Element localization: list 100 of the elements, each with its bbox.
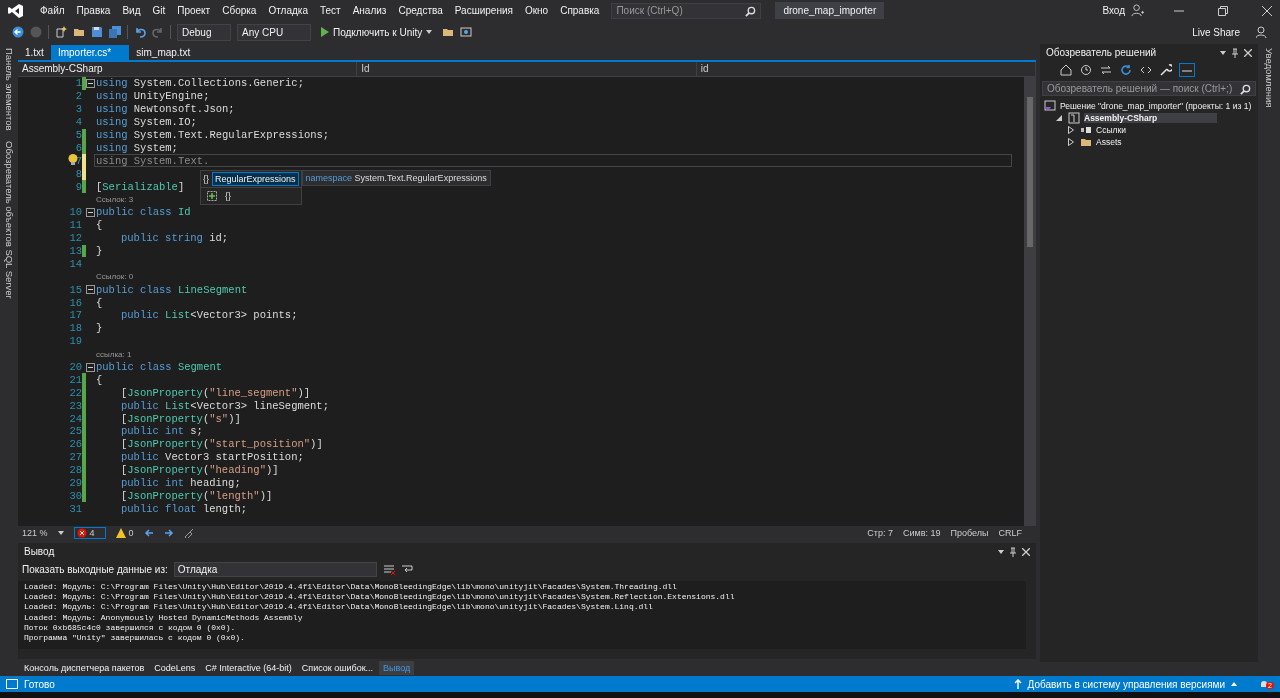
navigation-dropdown[interactable]: id xyxy=(696,62,1036,76)
screenshot-icon[interactable] xyxy=(460,26,473,38)
caret-icon[interactable] xyxy=(1231,682,1238,686)
panel-tab[interactable]: CodeLens xyxy=(150,660,200,675)
tree-item[interactable]: Решение "drone_map_importer" (проекты: 1 из 1) xyxy=(1060,101,1252,111)
scrollbar[interactable] xyxy=(1024,77,1036,526)
tree-item[interactable]: Assets xyxy=(1096,137,1122,147)
panel-tab[interactable]: Консоль диспетчера пакетов xyxy=(20,660,149,675)
expand-icon[interactable] xyxy=(207,191,217,201)
menu-item[interactable]: Отладка xyxy=(262,5,314,16)
line-endings[interactable]: CRLF xyxy=(998,528,1022,538)
code-line: using Newtonsoft.Json; xyxy=(96,103,235,116)
save-all-icon[interactable] xyxy=(109,26,121,38)
error-count[interactable]: 4 xyxy=(73,527,106,539)
completion-item[interactable]: RegularExpressions xyxy=(212,172,299,186)
file-tab[interactable]: 1.txt xyxy=(18,45,51,60)
clear-icon[interactable] xyxy=(382,563,395,576)
menu-item[interactable]: Вид xyxy=(116,5,147,16)
user-icon[interactable] xyxy=(1131,4,1144,17)
lightbulb-icon[interactable] xyxy=(68,154,78,167)
indent-mode[interactable]: Пробелы xyxy=(950,528,989,538)
caret-icon xyxy=(426,30,433,34)
source-control-button[interactable]: Добавить в систему управления версиями xyxy=(1027,678,1226,690)
sync-icon[interactable] xyxy=(1100,64,1112,76)
dropdown-arrow-icon[interactable] xyxy=(998,549,1004,554)
open-folder-icon[interactable] xyxy=(73,26,85,38)
line-number: 1 xyxy=(75,77,82,90)
home-icon[interactable] xyxy=(1060,64,1072,76)
side-tab[interactable]: Обозреватель объектов SQL Server xyxy=(3,140,15,299)
back-icon[interactable] xyxy=(12,26,24,38)
code-line: using System.Collections.Generic; xyxy=(96,77,304,90)
filter-button[interactable]: {} xyxy=(225,191,231,201)
menu-item[interactable]: Анализ xyxy=(346,5,393,16)
codelens-label[interactable]: Ссылок: 0 xyxy=(94,272,134,282)
panel-tab[interactable]: C# Interactive (64-bit) xyxy=(201,660,296,675)
expanded-arrow-icon[interactable] xyxy=(1056,114,1062,122)
dropdown-arrow-icon[interactable] xyxy=(1220,50,1226,55)
side-tab[interactable]: Уведомления xyxy=(1263,48,1275,108)
menu-item[interactable]: Правка xyxy=(70,5,117,16)
side-tab[interactable]: Панель элементов xyxy=(3,48,15,131)
search-field[interactable]: Обозреватель решений — поиск (Ctrl+;) xyxy=(1042,81,1256,96)
panel-tab[interactable]: Вывод xyxy=(379,660,415,675)
warning-count[interactable]: 0 xyxy=(115,528,134,538)
line-indicator: Стр: 7 xyxy=(867,528,893,538)
navigation-dropdown[interactable]: Assembly-CSharp xyxy=(18,62,358,76)
close-icon[interactable] xyxy=(1244,48,1252,57)
menu-item[interactable]: Окно xyxy=(518,5,555,16)
collapsed-arrow-icon[interactable] xyxy=(1068,138,1074,146)
collapse-icon[interactable] xyxy=(86,207,95,217)
source-dropdown[interactable]: Отладка xyxy=(173,562,377,577)
pin-icon[interactable] xyxy=(1231,47,1239,58)
pin-icon[interactable] xyxy=(1009,546,1017,557)
search-field[interactable]: Поиск (Ctrl+Q) xyxy=(611,2,762,19)
codelens-label[interactable]: Ссылок: 3 xyxy=(94,194,134,204)
collapse-icon[interactable] xyxy=(86,285,95,295)
file-tab[interactable]: sim_map.txt xyxy=(129,45,198,60)
attach-button[interactable]: Подключить к Unity xyxy=(317,24,437,40)
refresh-icon[interactable] xyxy=(1120,64,1132,76)
folder-icon[interactable] xyxy=(442,26,455,38)
menu-item[interactable]: Git xyxy=(146,5,172,16)
next-arrow-icon[interactable] xyxy=(163,528,174,538)
menu-item[interactable]: Тест xyxy=(313,5,347,16)
close-icon[interactable] xyxy=(1022,547,1030,556)
codelens-label[interactable]: ссылка: 1 xyxy=(94,349,132,359)
new-item-icon[interactable] xyxy=(55,26,67,38)
menu-item[interactable]: Сборка xyxy=(216,5,263,16)
zoom-level[interactable]: 121 % xyxy=(22,528,48,538)
menu-item[interactable]: Проект xyxy=(171,5,217,16)
history-icon[interactable] xyxy=(1080,64,1092,76)
navigation-dropdown[interactable]: Id xyxy=(357,62,697,76)
restore-icon[interactable] xyxy=(1218,5,1228,16)
live-share-button[interactable]: Live Share xyxy=(1192,26,1240,38)
platform-dropdown[interactable]: Any CPU xyxy=(237,23,311,41)
code-line: using System.IO; xyxy=(96,116,197,129)
status-text: Готово xyxy=(24,678,55,690)
line-number: 17 xyxy=(69,309,82,322)
dropdown-arrow-icon[interactable] xyxy=(57,531,64,535)
line-number: 9 xyxy=(75,180,82,193)
collapse-icon[interactable] xyxy=(86,362,95,372)
log-line: Поток 0xb685c4c0 завершился с кодом 0 (0x0). xyxy=(24,622,237,633)
menu-item[interactable]: Справка xyxy=(554,5,606,16)
sign-in-link[interactable]: Вход xyxy=(1102,5,1125,16)
menu-item[interactable]: Файл xyxy=(34,5,71,16)
previous-arrow-icon[interactable] xyxy=(143,528,154,538)
collapse-icon[interactable] xyxy=(86,79,95,88)
menu-item[interactable]: Средства xyxy=(392,5,449,16)
tree-item[interactable]: Ссылки xyxy=(1096,125,1126,135)
undo-icon[interactable] xyxy=(134,26,146,38)
panel-tab[interactable]: Список ошибок... xyxy=(297,660,378,675)
menu-item[interactable]: Расширения xyxy=(448,5,519,16)
save-icon[interactable] xyxy=(91,26,103,38)
file-tab[interactable]: Importer.cs* xyxy=(50,45,130,60)
redo-icon[interactable] xyxy=(152,26,164,38)
configuration-dropdown[interactable]: Debug xyxy=(177,23,231,41)
code-icon[interactable] xyxy=(1140,64,1152,76)
namespace-icon: {} xyxy=(203,174,209,184)
up-arrow-icon[interactable] xyxy=(1013,679,1022,689)
collapsed-arrow-icon[interactable] xyxy=(1068,126,1074,134)
tree-item[interactable]: Assembly-CSharp xyxy=(1084,113,1218,123)
close-icon[interactable] xyxy=(1262,5,1272,16)
